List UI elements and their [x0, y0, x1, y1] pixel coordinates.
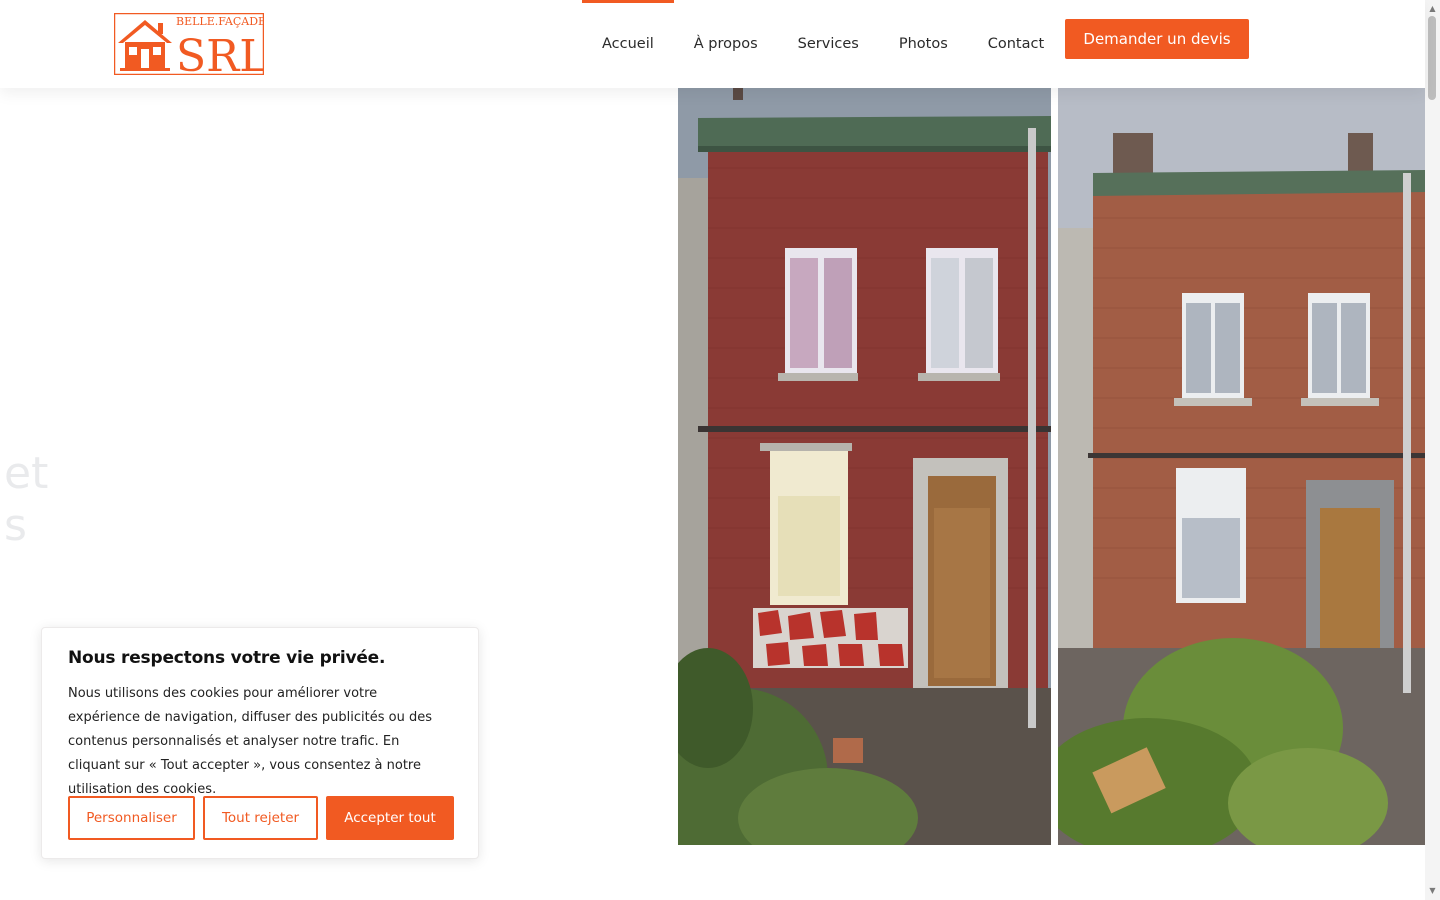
nav-item-a-propos[interactable]: À propos — [674, 0, 778, 88]
page-scrollbar[interactable]: ▲ ▼ — [1425, 0, 1440, 900]
cookie-actions: Personnaliser Tout rejeter Accepter tout — [68, 796, 454, 840]
house-photo-after — [1058, 88, 1425, 845]
house-photo-before — [678, 88, 1051, 845]
site-header: BELLE.FAÇADE SRL Accueil À propos Servic… — [0, 0, 1425, 88]
reject-all-cookies-button[interactable]: Tout rejeter — [203, 796, 318, 840]
svg-text:SRL: SRL — [176, 31, 264, 75]
nav-label: À propos — [693, 36, 758, 52]
brand-logo[interactable]: BELLE.FAÇADE SRL — [113, 12, 269, 82]
nav-item-accueil[interactable]: Accueil — [582, 0, 674, 88]
hero-faded-line: et — [4, 448, 49, 499]
nav-label: Photos — [898, 36, 948, 52]
accept-all-cookies-button[interactable]: Accepter tout — [326, 796, 454, 840]
scroll-up-icon[interactable]: ▲ — [1425, 2, 1440, 16]
cookie-title: Nous respectons votre vie privée. — [68, 648, 386, 668]
nav-item-photos[interactable]: Photos — [879, 0, 968, 88]
scroll-down-icon[interactable]: ▼ — [1425, 884, 1440, 898]
cookie-description: Nous utilisons des cookies pour améliore… — [68, 686, 432, 797]
svg-text:BELLE.FAÇADE: BELLE.FAÇADE — [176, 15, 264, 28]
cookie-consent-banner: Nous respectons votre vie privée. Nous u… — [41, 627, 479, 859]
nav-item-contact[interactable]: Contact — [968, 0, 1064, 88]
nav-label: Services — [797, 36, 859, 52]
customize-cookies-button[interactable]: Personnaliser — [68, 796, 195, 840]
hero-photos — [678, 88, 1425, 845]
hero-faded-text: et s — [4, 448, 48, 552]
main-nav: Accueil À propos Services Photos Contact — [582, 0, 1064, 88]
scrollbar-thumb[interactable] — [1428, 16, 1436, 100]
nav-label: Contact — [987, 36, 1045, 52]
nav-item-services[interactable]: Services — [778, 0, 879, 88]
hero-faded-line: s — [4, 500, 27, 551]
nav-label: Accueil — [602, 36, 654, 52]
request-quote-button[interactable]: Demander un devis — [1065, 19, 1249, 59]
